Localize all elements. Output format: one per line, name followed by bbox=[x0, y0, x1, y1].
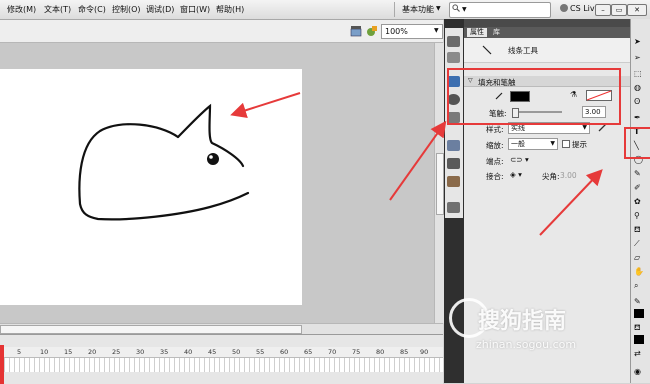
watermark-text: 搜狗指南 bbox=[478, 309, 567, 334]
watermark-url: zhinan.sogou.com bbox=[476, 338, 577, 351]
